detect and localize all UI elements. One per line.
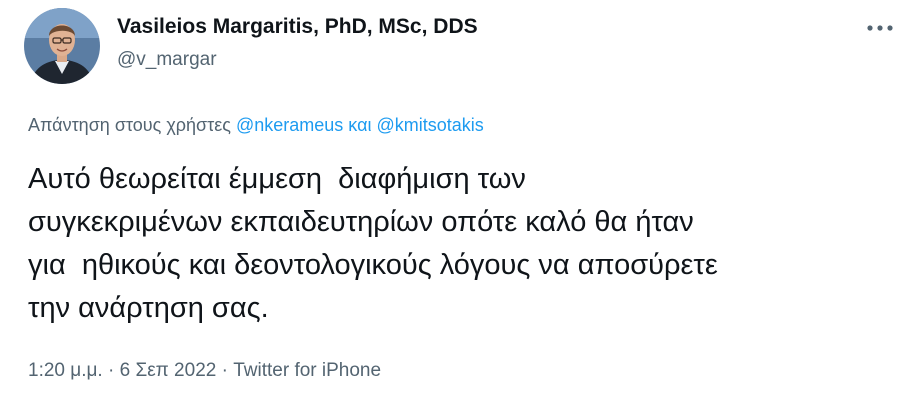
- tweet-text-line: Αυτό θεωρείται έμμεση διαφήμιση των: [28, 163, 526, 195]
- tweet-source[interactable]: Twitter for iPhone: [233, 360, 381, 381]
- tweet-card: Vasileios Margaritis, PhD, MSc, DDS @v_m…: [0, 0, 918, 410]
- replying-to-conjunction: και: [348, 115, 372, 135]
- profile-avatar[interactable]: [24, 8, 100, 84]
- tweet-text-line: για ηθικούς και δεοντολογικούς λόγους να…: [28, 249, 718, 281]
- meta-separator: ·: [221, 360, 228, 381]
- tweet-text-line: συγκεκριμένων εκπαιδευτηρίων οπότε καλό …: [28, 206, 694, 238]
- replying-to-label: Απάντηση στους χρήστες: [28, 115, 231, 135]
- tweet-time[interactable]: 1:20 μ.μ.: [28, 360, 103, 381]
- more-options-icon[interactable]: [862, 14, 898, 42]
- mention-link-kmitsotakis[interactable]: @kmitsotakis: [377, 115, 484, 135]
- tweet-date[interactable]: 6 Σεπ 2022: [120, 360, 217, 381]
- tweet-text: Αυτό θεωρείται έμμεση διαφήμιση των συγκ…: [28, 158, 908, 330]
- display-name[interactable]: Vasileios Margaritis, PhD, MSc, DDS: [117, 15, 478, 39]
- mention-link-nkerameus[interactable]: @nkerameus: [236, 115, 343, 135]
- meta-separator: ·: [108, 360, 115, 381]
- replying-to: Απάντηση στους χρήστες @nkerameus και @k…: [28, 115, 484, 136]
- tweet-text-line: την ανάρτηση σας.: [28, 292, 269, 324]
- tweet-metadata: 1:20 μ.μ. · 6 Σεπ 2022 · Twitter for iPh…: [28, 360, 381, 382]
- user-handle[interactable]: @v_margar: [117, 49, 217, 71]
